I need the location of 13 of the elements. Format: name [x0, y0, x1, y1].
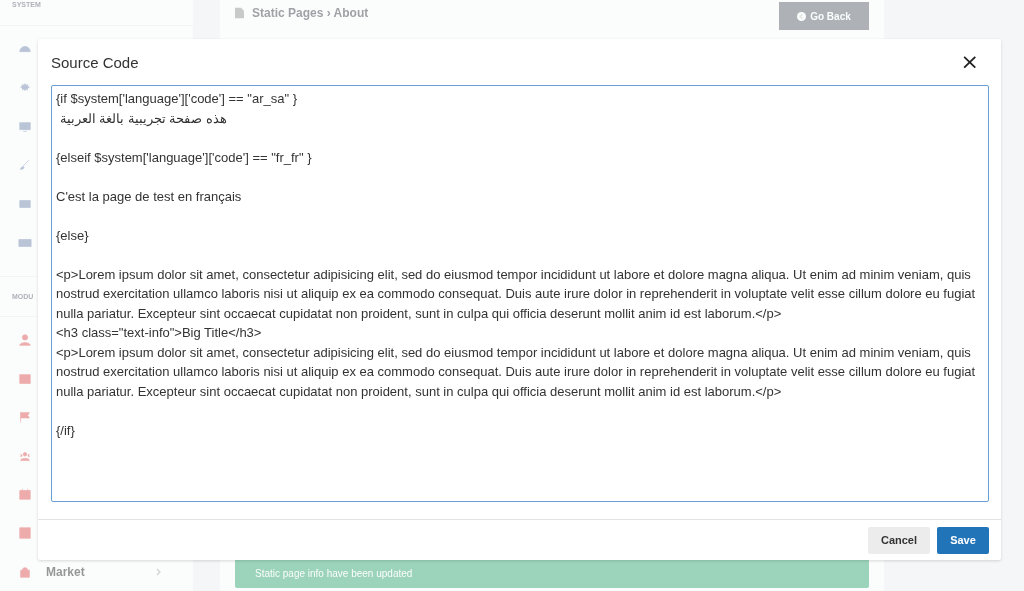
- bag-icon[interactable]: [18, 564, 32, 579]
- dialog-title: Source Code: [51, 53, 139, 71]
- chevron-icon: [155, 567, 163, 576]
- close-button[interactable]: ×: [958, 51, 981, 73]
- monitor-icon[interactable]: [18, 119, 32, 134]
- flag-icon[interactable]: [18, 410, 32, 425]
- save-button[interactable]: Save: [937, 526, 989, 554]
- user-icon[interactable]: [18, 332, 32, 347]
- cancel-button[interactable]: Cancel: [868, 526, 930, 554]
- back-arrow-icon: [797, 11, 807, 21]
- breadcrumb: Static Pages › About: [252, 6, 369, 20]
- brush-icon[interactable]: [18, 158, 32, 173]
- calendar-icon[interactable]: [18, 487, 32, 502]
